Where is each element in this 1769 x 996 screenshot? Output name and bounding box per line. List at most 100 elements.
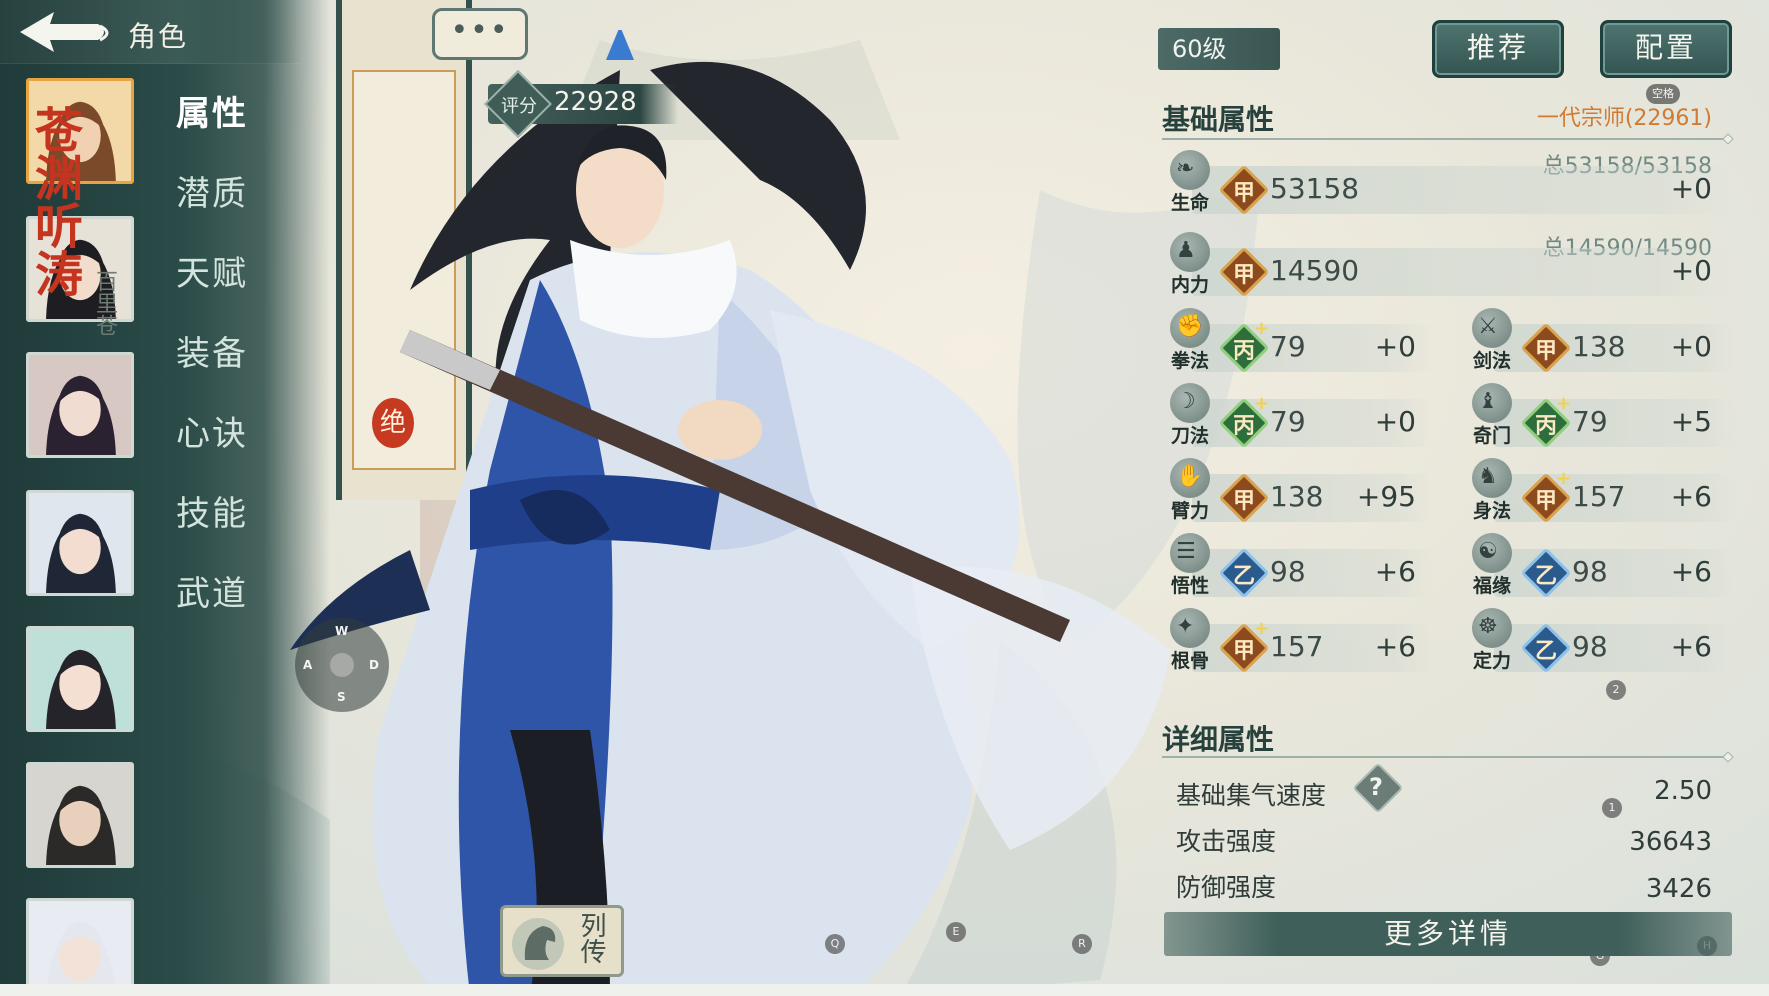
grade-label: 乙 xyxy=(1534,563,1557,589)
face-icon xyxy=(29,765,131,865)
character-title: 苍渊听涛 xyxy=(26,105,82,297)
stat-name: 身法 xyxy=(1472,500,1511,522)
stat-name: 根骨 xyxy=(1170,650,1209,672)
character-name: 百里苍 xyxy=(92,270,117,336)
face-icon xyxy=(29,355,131,455)
stat-bonus: +5 xyxy=(1670,405,1712,438)
stat-name: 悟性 xyxy=(1170,575,1209,597)
attribute-icon: ☯ 福缘 xyxy=(1464,533,1520,599)
dpad-center xyxy=(330,653,354,677)
sidebar-tab[interactable]: 天赋 xyxy=(176,246,248,295)
master-title: 一代宗师(22961) xyxy=(1536,106,1712,131)
attribute-icon: ✋ 臂力 xyxy=(1162,458,1218,524)
biography-label: 列传 xyxy=(576,912,606,964)
character-portrait[interactable] xyxy=(26,626,134,732)
stat-name: 福缘 xyxy=(1472,575,1511,597)
grade-label: 甲 xyxy=(1232,262,1255,288)
attribute-icon: ❧ 生命 xyxy=(1162,150,1218,216)
attribute-icon: ✊ 拳法 xyxy=(1162,308,1218,374)
stat-name: 奇门 xyxy=(1472,425,1511,447)
character-portrait[interactable] xyxy=(26,352,134,458)
grade-label: 甲 xyxy=(1232,488,1255,514)
attribute-icon: ☽ 刀法 xyxy=(1162,383,1218,449)
grade-label: 甲 xyxy=(1534,338,1557,364)
sidebar-tab[interactable]: 潜质 xyxy=(176,166,248,215)
attribute-icon: ✦ 根骨 xyxy=(1162,608,1218,674)
stat-value: 79 xyxy=(1270,330,1306,363)
dpad[interactable]: W A D S xyxy=(295,618,389,712)
detail-label: 攻击强度 xyxy=(1176,827,1277,856)
detail-value: 3426 xyxy=(1645,874,1712,904)
stat-bonus: +6 xyxy=(1374,555,1416,588)
dpad-right-key[interactable]: D xyxy=(369,658,379,672)
face-icon xyxy=(29,629,131,729)
key-hint-q: Q xyxy=(825,934,845,954)
stat-name: 拳法 xyxy=(1170,350,1209,372)
attribute-icon: ♞ 身法 xyxy=(1464,458,1520,524)
upgrade-plus-icon: + xyxy=(1556,393,1572,414)
stat-bonus: +6 xyxy=(1670,555,1712,588)
stat-value: 79 xyxy=(1270,405,1306,438)
attribute-icon: ☰ 悟性 xyxy=(1162,533,1218,599)
face-icon xyxy=(29,493,131,593)
dpad-down-key[interactable]: S xyxy=(337,690,346,704)
grade-label: 乙 xyxy=(1232,563,1255,589)
config-button[interactable]: 配置 xyxy=(1600,20,1732,78)
character-portrait[interactable] xyxy=(26,898,134,996)
sidebar-tab[interactable]: 装备 xyxy=(176,326,248,375)
stat-name: 定力 xyxy=(1472,650,1511,672)
stat-name: 生命 xyxy=(1170,192,1209,214)
detail-value: 36643 xyxy=(1629,827,1712,857)
stat-value: 98 xyxy=(1572,630,1608,663)
key-hint-r: R xyxy=(1072,934,1092,954)
section-divider xyxy=(1162,138,1728,140)
grade-label: 甲 xyxy=(1232,180,1255,206)
stat-value: 98 xyxy=(1270,555,1306,588)
detail-value: 2.50 xyxy=(1654,776,1712,806)
score-value: 22928 xyxy=(554,87,637,117)
level-badge: 60级 xyxy=(1158,28,1280,70)
sidebar-tab[interactable]: 技能 xyxy=(176,486,248,535)
face-icon xyxy=(29,901,131,996)
stat-bonus: +0 xyxy=(1374,330,1416,363)
attribute-icon: ☸ 定力 xyxy=(1464,608,1520,674)
section-divider xyxy=(1162,756,1728,758)
stat-name: 臂力 xyxy=(1170,500,1209,522)
dpad-up-key[interactable]: W xyxy=(335,624,348,638)
stat-name: 刀法 xyxy=(1170,425,1209,447)
stat-value: 79 xyxy=(1572,405,1608,438)
stat-bonus: +0 xyxy=(1374,405,1416,438)
stat-name: 内力 xyxy=(1170,274,1209,296)
stat-bonus: +0 xyxy=(1670,172,1712,205)
stat-name: 剑法 xyxy=(1472,350,1511,372)
dpad-left-key[interactable]: A xyxy=(303,658,312,672)
stat-bonus: +0 xyxy=(1670,330,1712,363)
stat-bonus: +6 xyxy=(1670,480,1712,513)
sidebar-tab[interactable]: 武道 xyxy=(176,566,248,615)
character-portrait[interactable] xyxy=(26,490,134,596)
detail-label: 防御强度 xyxy=(1176,873,1277,902)
detail-attributes-title: 详细属性 xyxy=(1162,723,1275,756)
character-artwork xyxy=(290,30,1170,996)
back-arrow-icon xyxy=(20,12,109,52)
character-portrait[interactable] xyxy=(26,762,134,868)
sidebar-tab[interactable]: 属性 xyxy=(176,86,248,135)
upgrade-plus-icon: + xyxy=(1254,618,1270,639)
upgrade-plus-icon: + xyxy=(1254,393,1270,414)
upgrade-plus-icon: + xyxy=(1254,318,1270,339)
more-details-button[interactable]: 更多详情 xyxy=(1164,912,1732,956)
sidebar-tab[interactable]: 心诀 xyxy=(176,406,248,455)
stat-value: 138 xyxy=(1270,480,1324,513)
key-hint-e: E xyxy=(946,922,966,942)
recommend-button[interactable]: 推荐 xyxy=(1432,20,1564,78)
key-hint-2: 2 xyxy=(1606,680,1626,700)
stat-bonus: +6 xyxy=(1670,630,1712,663)
stat-value: 157 xyxy=(1270,630,1324,663)
back-button[interactable] xyxy=(14,8,118,58)
attribute-icon: ♝ 奇门 xyxy=(1464,383,1520,449)
stat-bonus: +95 xyxy=(1356,480,1416,513)
stat-value: 98 xyxy=(1572,555,1608,588)
attribute-icon: ♟ 内力 xyxy=(1162,232,1218,298)
page-title: 角色 xyxy=(128,20,189,53)
grade-label: 乙 xyxy=(1534,638,1557,664)
